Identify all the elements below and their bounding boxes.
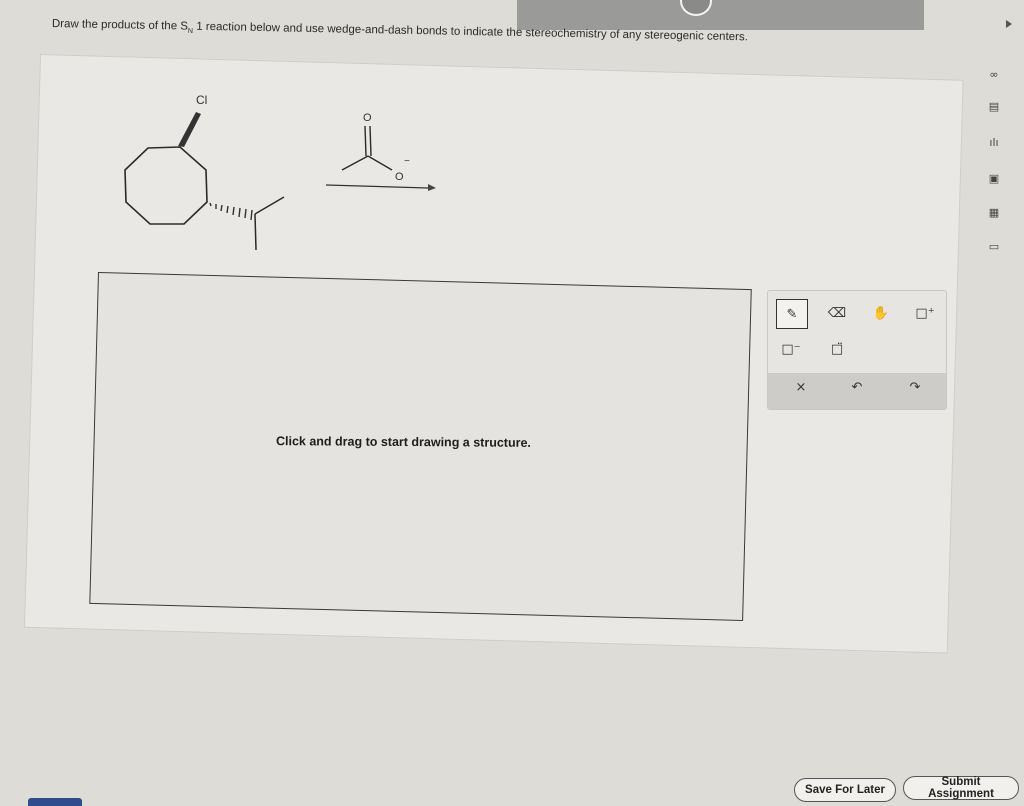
submit-assignment-button[interactable]: Submit Assignment: [903, 776, 1019, 800]
infinity-icon[interactable]: ∞: [986, 68, 1002, 82]
wedge-bond: [178, 112, 201, 147]
save-for-later-button[interactable]: Save For Later: [794, 778, 896, 802]
periodic-table-icon[interactable]: ▦: [986, 206, 1002, 220]
message-icon[interactable]: ▭: [986, 240, 1002, 254]
carbonyl-double-bond-b: [369, 125, 372, 157]
add-positive-charge-icon[interactable]: □⁺: [910, 299, 940, 327]
carbonyl-double-bond-a: [364, 125, 367, 157]
methyl-bond: [341, 155, 369, 171]
pencil-icon[interactable]: ✎: [776, 299, 808, 329]
hand-icon[interactable]: ✋: [866, 299, 896, 327]
canvas-hint: Click and drag to start drawing a struct…: [275, 434, 531, 450]
undo-icon[interactable]: ↶: [842, 375, 872, 399]
lone-pair-icon[interactable]: □̈: [822, 335, 852, 363]
add-negative-charge-icon[interactable]: □⁻: [776, 335, 806, 363]
drawing-toolbar: ✎ ⌫ ✋ □⁺ □⁻ □̈ × ↶ ↷: [767, 290, 947, 410]
cyclooctane-ring: [124, 146, 208, 225]
taskbar-tab[interactable]: [28, 798, 82, 806]
reaction-arrow: [325, 184, 429, 189]
chart-icon[interactable]: ılı: [986, 136, 1002, 150]
reaction-scheme: Cl O O −: [124, 93, 436, 251]
chlorine-label: Cl: [196, 93, 207, 107]
clear-icon[interactable]: ×: [786, 375, 816, 399]
isopropyl-bond-1: [254, 196, 285, 215]
play-icon[interactable]: [1006, 20, 1012, 28]
reaction-arrowhead: [428, 184, 436, 191]
eraser-icon[interactable]: ⌫: [822, 299, 852, 327]
isopropyl-bond-2: [254, 213, 257, 251]
anion-oxygen-label: O: [395, 171, 404, 183]
redo-icon[interactable]: ↷: [900, 375, 930, 399]
dash-bond: [209, 202, 253, 221]
image-icon[interactable]: ▣: [986, 172, 1002, 186]
oxygen-bond: [367, 155, 393, 171]
negative-charge-label: −: [404, 156, 410, 167]
document-icon[interactable]: ▤: [986, 100, 1002, 114]
carbonyl-oxygen-label: O: [363, 112, 372, 124]
top-bar: [517, 0, 924, 30]
